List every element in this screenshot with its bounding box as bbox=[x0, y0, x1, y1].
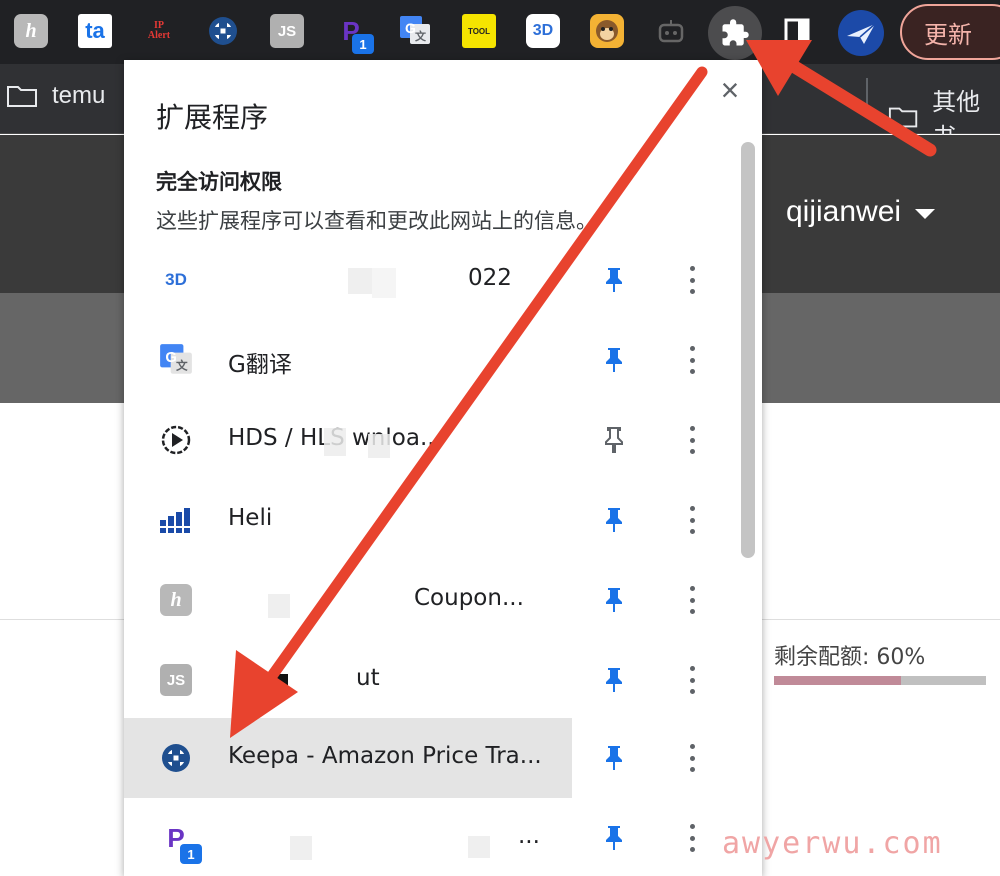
folder-icon bbox=[888, 107, 918, 128]
redaction-patch bbox=[468, 836, 490, 858]
extension-row-google-translate[interactable]: G 文 G翻译 bbox=[124, 320, 572, 400]
more-vert-icon[interactable] bbox=[682, 582, 702, 618]
keepa-icon bbox=[209, 17, 237, 45]
count-badge: 1 bbox=[352, 34, 374, 54]
pin-icon[interactable] bbox=[602, 586, 626, 614]
extension-name: G翻译 bbox=[228, 352, 292, 378]
quota-progress-bar bbox=[774, 676, 986, 685]
extension-name: Keepa - Amazon Price Tra... bbox=[228, 743, 542, 769]
js-icon: JS bbox=[160, 664, 192, 696]
close-icon[interactable]: × bbox=[718, 74, 742, 106]
keepa-icon bbox=[158, 740, 194, 776]
tool-extension-icon[interactable]: TOOL bbox=[462, 14, 496, 48]
bookmark-separator bbox=[866, 78, 868, 118]
extension-name: 022 bbox=[468, 265, 512, 291]
extensions-popup: 扩展程序 × 完全访问权限 这些扩展程序可以查看和更改此网站上的信息。 3D 0… bbox=[124, 60, 762, 876]
bar-chart-icon bbox=[158, 502, 194, 538]
pin-icon[interactable] bbox=[602, 666, 626, 694]
js-glyph: JS bbox=[277, 22, 297, 40]
robot-icon bbox=[658, 20, 684, 43]
redaction-patch bbox=[372, 268, 396, 298]
monkey-face-icon bbox=[596, 20, 618, 42]
plane-extension-icon[interactable] bbox=[838, 10, 884, 56]
side-panel-icon bbox=[784, 18, 810, 44]
unpinned-icon[interactable] bbox=[602, 426, 626, 454]
puzzle-icon bbox=[722, 19, 749, 46]
extension-row-hds-hls[interactable]: HDS / HLS wnloa... bbox=[124, 400, 572, 480]
more-vert-icon[interactable] bbox=[682, 662, 702, 698]
extension-name: Coupon... bbox=[414, 585, 524, 611]
popup-title: 扩展程序 bbox=[156, 101, 269, 134]
quota-label: 剩余配额: 60% bbox=[774, 645, 926, 670]
more-vert-icon[interactable] bbox=[682, 422, 702, 458]
pin-icon[interactable] bbox=[602, 744, 626, 772]
p-extension-icon[interactable]: P 1 bbox=[334, 14, 374, 54]
ip-alert-extension-icon[interactable]: IP Alert bbox=[142, 14, 176, 48]
update-button[interactable]: 更新 bbox=[900, 4, 1000, 60]
browser-toolbar: h ta IP Alert JS P 1 G 文 TOOL 3D 更新 bbox=[0, 0, 1000, 64]
google-translate-toolbar-icon[interactable]: G 文 bbox=[398, 14, 432, 48]
bookmark-folder-temu[interactable]: temu bbox=[6, 82, 105, 110]
honey-icon: h bbox=[160, 584, 192, 616]
redaction-patch bbox=[268, 594, 290, 618]
ta-glyph: ta bbox=[85, 18, 105, 43]
google-translate-icon: G 文 bbox=[400, 16, 430, 44]
more-vert-icon[interactable] bbox=[682, 262, 702, 298]
section-heading: 完全访问权限 bbox=[156, 170, 282, 194]
bookmark-label: temu bbox=[52, 82, 106, 109]
3d-extension-icon[interactable]: 3D bbox=[526, 14, 560, 48]
popup-scrollbar[interactable] bbox=[738, 140, 756, 876]
honey-extension-icon[interactable]: h bbox=[14, 14, 48, 48]
monkey-extension-icon[interactable] bbox=[590, 14, 624, 48]
honey-glyph: h bbox=[25, 19, 37, 42]
extensions-button[interactable] bbox=[708, 6, 762, 60]
extension-row-js[interactable]: JS ut bbox=[124, 640, 572, 720]
svg-text:文: 文 bbox=[415, 29, 427, 43]
tool-glyph: TOOL bbox=[467, 26, 491, 36]
more-vert-icon[interactable] bbox=[682, 342, 702, 378]
extension-name: ut bbox=[356, 665, 380, 691]
p-icon: P 1 bbox=[158, 820, 202, 864]
extension-row-helium[interactable]: Heli bbox=[124, 480, 572, 560]
more-vert-icon[interactable] bbox=[682, 820, 702, 856]
redaction-patch bbox=[348, 268, 372, 294]
user-menu[interactable]: qijianwei bbox=[786, 195, 936, 229]
3d-glyph: 3D bbox=[532, 22, 554, 39]
redaction-patch bbox=[324, 428, 346, 456]
more-vert-icon[interactable] bbox=[682, 740, 702, 776]
3d-icon: 3D bbox=[165, 270, 187, 289]
quota-progress-fill bbox=[774, 676, 902, 685]
username-label: qijianwei bbox=[786, 195, 902, 228]
caret-down-icon bbox=[915, 209, 936, 219]
ip-alert-text: IP Alert bbox=[147, 20, 171, 41]
side-panel-button[interactable] bbox=[780, 14, 814, 48]
extension-row-p[interactable]: P 1 ... bbox=[124, 798, 572, 876]
pin-icon[interactable] bbox=[602, 824, 626, 852]
extension-name: ... bbox=[518, 823, 540, 849]
extension-row-keepa[interactable]: Keepa - Amazon Price Tra... bbox=[124, 718, 572, 798]
ta-extension-icon[interactable]: ta bbox=[78, 14, 112, 48]
watermark: awyerwu.com bbox=[722, 826, 943, 861]
extension-name: Heli bbox=[228, 505, 273, 531]
redaction-patch bbox=[290, 836, 312, 860]
redaction-patch bbox=[368, 434, 390, 458]
redaction-patch bbox=[274, 674, 288, 696]
js-extension-icon[interactable]: JS bbox=[270, 14, 304, 48]
plane-icon bbox=[847, 23, 876, 44]
robot-extension-icon[interactable] bbox=[654, 14, 688, 48]
extension-row-honey[interactable]: h Coupon... bbox=[124, 560, 572, 640]
more-vert-icon[interactable] bbox=[682, 502, 702, 538]
google-translate-icon: G 文 bbox=[158, 342, 194, 378]
count-badge: 1 bbox=[180, 844, 202, 864]
keepa-toolbar-icon[interactable] bbox=[206, 14, 240, 48]
pin-icon[interactable] bbox=[602, 346, 626, 374]
play-circle-icon bbox=[158, 422, 194, 458]
section-description: 这些扩展程序可以查看和更改此网站上的信息。 bbox=[156, 209, 597, 233]
pin-icon[interactable] bbox=[602, 266, 626, 294]
pin-icon[interactable] bbox=[602, 506, 626, 534]
scrollbar-thumb[interactable] bbox=[741, 142, 755, 558]
svg-text:文: 文 bbox=[176, 359, 188, 373]
folder-icon bbox=[7, 86, 37, 107]
